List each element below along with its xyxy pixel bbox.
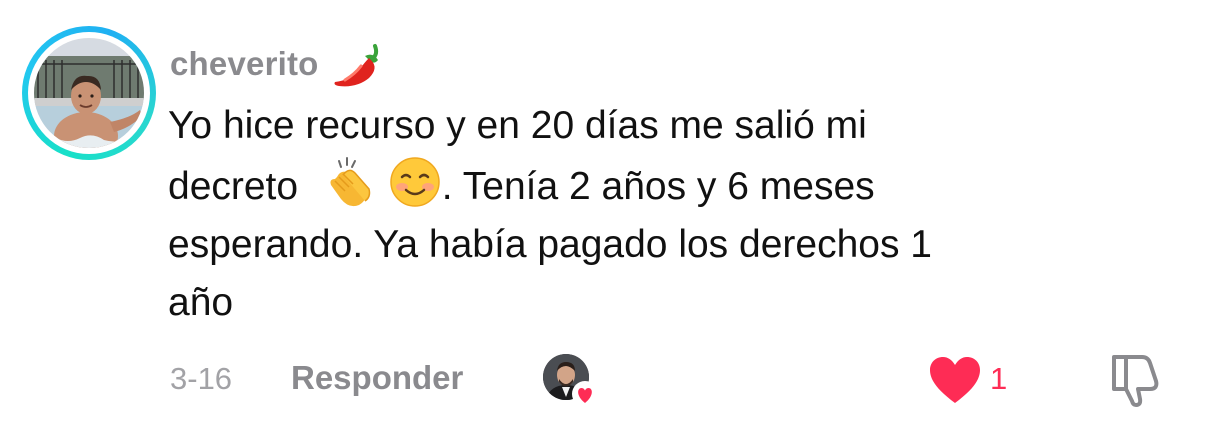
username-row: cheverito: [170, 38, 385, 90]
heart-icon[interactable]: [928, 355, 982, 405]
comment-line-3: esperando. Ya había pagado los derechos …: [168, 223, 932, 266]
comment-footer: 3-16 Responder 1: [0, 345, 1206, 415]
user-avatar[interactable]: [22, 26, 156, 160]
smiling-face-icon: [388, 155, 442, 209]
chili-pepper-icon: [334, 44, 378, 87]
comment-line-2: decreto . Tenía 2 años y 6 meses: [168, 155, 1128, 216]
reply-button[interactable]: Responder: [291, 359, 463, 397]
creator-liked-avatar[interactable]: [542, 353, 600, 409]
avatar-photo: [34, 38, 144, 148]
comment-line-4: año: [168, 281, 234, 324]
comment-line-2-end: . Tenía 2 años y 6 meses: [441, 165, 875, 208]
comment-line-1: Yo hice recurso y en 20 días me salió mi: [168, 104, 867, 147]
thumbs-down-icon[interactable]: [1108, 351, 1162, 409]
username[interactable]: cheverito: [170, 45, 319, 83]
like-count: 1: [990, 361, 1008, 396]
comment-line-2-start: decreto: [168, 165, 299, 208]
comment-item: cheverito Yo hice recurso y en 20 días m…: [0, 0, 1206, 433]
comment-text: Yo hice recurso y en 20 días me salió mi…: [168, 97, 1128, 332]
comment-date: 3-16: [170, 361, 233, 396]
clapping-hands-icon: [321, 155, 375, 209]
